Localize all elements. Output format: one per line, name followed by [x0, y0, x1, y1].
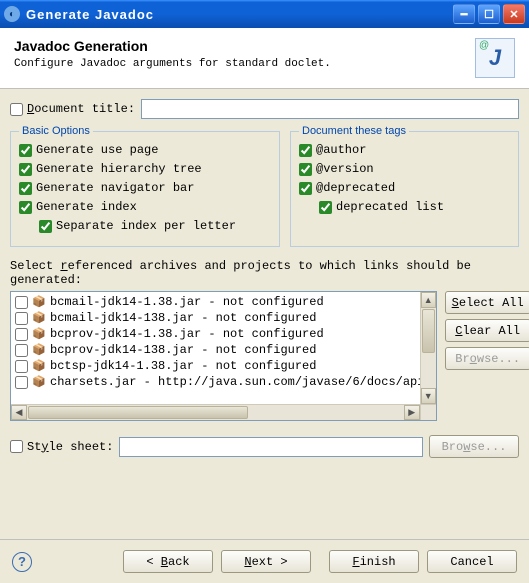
- basic-option-label: Generate navigator bar: [36, 181, 194, 195]
- stylesheet-input[interactable]: [119, 437, 423, 457]
- minimize-button[interactable]: ━: [453, 4, 475, 24]
- page-title: Javadoc Generation: [14, 38, 475, 54]
- browse-references-button: Browse...: [445, 347, 529, 370]
- dialog-header: Javadoc Generation Configure Javadoc arg…: [0, 28, 529, 89]
- reference-checkbox[interactable]: [15, 296, 28, 309]
- jar-icon: 📦: [32, 359, 46, 373]
- next-button[interactable]: Next >: [221, 550, 311, 573]
- references-label: Select referenced archives and projects …: [10, 259, 519, 287]
- window-title: Generate Javadoc: [26, 7, 453, 22]
- reference-checkbox[interactable]: [15, 312, 28, 325]
- reference-text: bcprov-jdk14-138.jar - not configured: [50, 343, 316, 357]
- basic-option-4[interactable]: Separate index per letter: [39, 219, 271, 233]
- reference-item[interactable]: 📦 charsets.jar - http://java.sun.com/java…: [11, 374, 436, 390]
- reference-text: bcprov-jdk14-1.38.jar - not configured: [50, 327, 324, 341]
- basic-options-group: Basic Options Generate use page Generate …: [10, 125, 280, 247]
- basic-option-label: Generate index: [36, 200, 137, 214]
- jar-icon: 📦: [32, 375, 46, 389]
- vertical-scrollbar[interactable]: ▲ ▼: [420, 292, 436, 404]
- scroll-left-icon[interactable]: ◀: [11, 405, 27, 420]
- document-tags-legend: Document these tags: [299, 125, 409, 137]
- reference-item[interactable]: 📦 bcprov-jdk14-1.38.jar - not configured: [11, 326, 436, 342]
- reference-text: charsets.jar - http://java.sun.com/javas…: [50, 375, 432, 389]
- scroll-up-icon[interactable]: ▲: [421, 292, 436, 308]
- finish-button[interactable]: Finish: [329, 550, 419, 573]
- basic-option-1[interactable]: Generate hierarchy tree: [19, 162, 271, 176]
- tag-option-label: @version: [316, 162, 374, 176]
- javadoc-icon: J: [475, 38, 515, 78]
- scroll-thumb-h[interactable]: [28, 406, 248, 419]
- dialog-footer: ? < Back Next > Finish Cancel: [0, 539, 529, 583]
- document-tags-group: Document these tags @author @version @depr…: [290, 125, 519, 247]
- scroll-thumb[interactable]: [422, 309, 435, 353]
- back-button[interactable]: < Back: [123, 550, 213, 573]
- tag-option-0[interactable]: @author: [299, 143, 510, 157]
- basic-option-label: Generate use page: [36, 143, 158, 157]
- reference-text: bcmail-jdk14-138.jar - not configured: [50, 311, 316, 325]
- scroll-right-icon[interactable]: ▶: [404, 405, 420, 420]
- basic-option-label: Generate hierarchy tree: [36, 162, 202, 176]
- jar-icon: 📦: [32, 343, 46, 357]
- clear-all-button[interactable]: Clear All: [445, 319, 529, 342]
- tag-option-label: deprecated list: [336, 200, 444, 214]
- help-button[interactable]: ?: [12, 552, 32, 572]
- reference-item[interactable]: 📦 bcmail-jdk14-138.jar - not configured: [11, 310, 436, 326]
- titlebar: ◐ Generate Javadoc ━ ☐ ✕: [0, 0, 529, 28]
- references-listbox[interactable]: 📦bcmail-jdk14-1.38.jar - not configured📦…: [10, 291, 437, 421]
- reference-checkbox[interactable]: [15, 360, 28, 373]
- jar-icon: 📦: [32, 295, 46, 309]
- document-title-input[interactable]: [141, 99, 519, 119]
- reference-checkbox[interactable]: [15, 328, 28, 341]
- reference-checkbox[interactable]: [15, 376, 28, 389]
- jar-icon: 📦: [32, 311, 46, 325]
- stylesheet-checkbox[interactable]: Style sheet:: [10, 440, 113, 454]
- tag-option-label: @deprecated: [316, 181, 395, 195]
- basic-option-2[interactable]: Generate navigator bar: [19, 181, 271, 195]
- document-title-checkbox[interactable]: Document title:: [10, 102, 135, 116]
- basic-option-0[interactable]: Generate use page: [19, 143, 271, 157]
- browse-stylesheet-button: Browse...: [429, 435, 519, 458]
- cancel-button[interactable]: Cancel: [427, 550, 517, 573]
- tag-option-label: @author: [316, 143, 366, 157]
- reference-item[interactable]: 📦 bcprov-jdk14-138.jar - not configured: [11, 342, 436, 358]
- reference-text: bcmail-jdk14-1.38.jar - not configured: [50, 295, 324, 309]
- basic-option-label: Separate index per letter: [56, 219, 236, 233]
- close-button[interactable]: ✕: [503, 4, 525, 24]
- app-icon: ◐: [4, 6, 20, 22]
- tag-option-1[interactable]: @version: [299, 162, 510, 176]
- tag-option-3[interactable]: deprecated list: [319, 200, 510, 214]
- maximize-button[interactable]: ☐: [478, 4, 500, 24]
- jar-icon: 📦: [32, 327, 46, 341]
- select-all-button[interactable]: Select All: [445, 291, 529, 314]
- reference-checkbox[interactable]: [15, 344, 28, 357]
- reference-item[interactable]: 📦 bctsp-jdk14-1.38.jar - not configured: [11, 358, 436, 374]
- basic-option-3[interactable]: Generate index: [19, 200, 271, 214]
- scroll-down-icon[interactable]: ▼: [421, 388, 436, 404]
- horizontal-scrollbar[interactable]: ◀ ▶: [11, 404, 420, 420]
- page-description: Configure Javadoc arguments for standard…: [14, 58, 475, 70]
- reference-text: bctsp-jdk14-1.38.jar - not configured: [50, 359, 316, 373]
- tag-option-2[interactable]: @deprecated: [299, 181, 510, 195]
- reference-item[interactable]: 📦 bcmail-jdk14-1.38.jar - not configured: [11, 294, 436, 310]
- scroll-corner: [420, 404, 436, 420]
- basic-options-legend: Basic Options: [19, 125, 93, 137]
